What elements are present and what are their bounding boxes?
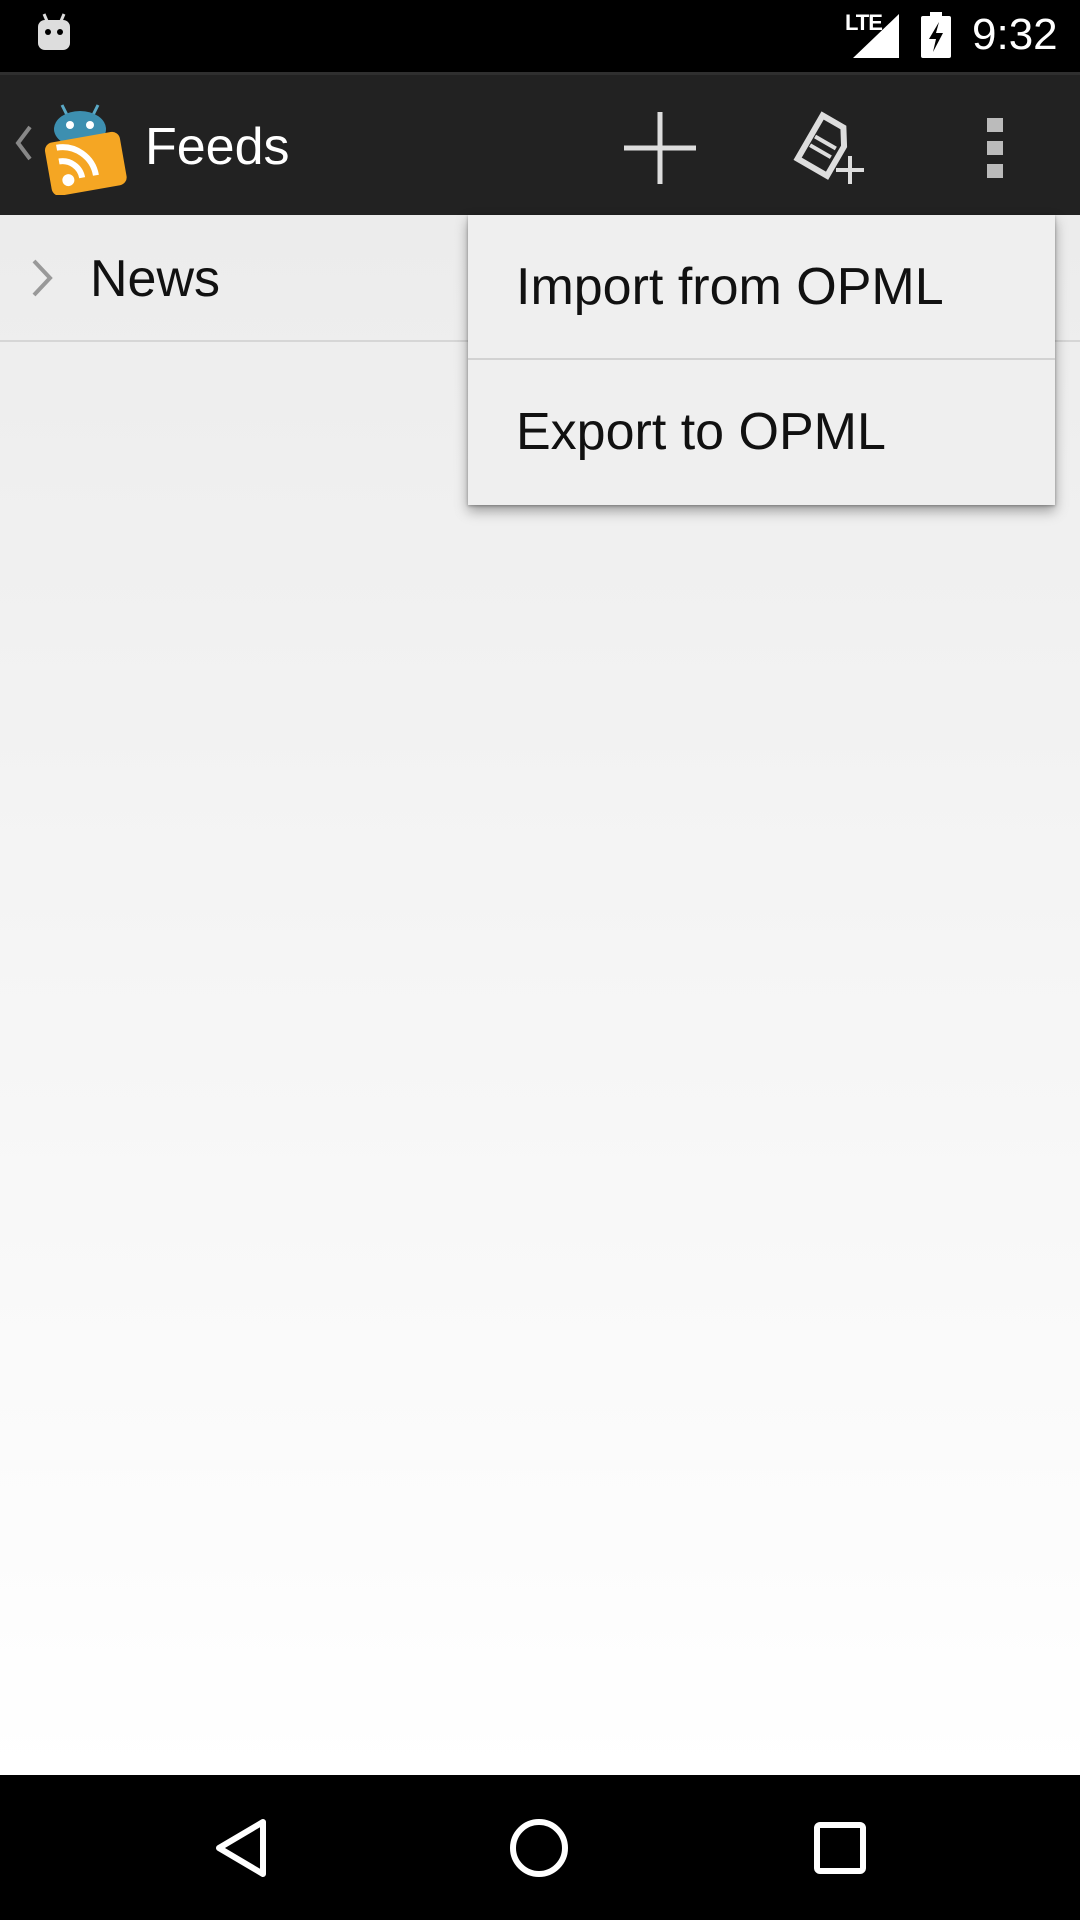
recents-icon — [814, 1822, 866, 1874]
navigation-bar — [0, 1775, 1080, 1920]
chevron-right-icon — [32, 259, 53, 297]
action-bar: Feeds — [0, 72, 1080, 215]
overflow-menu-icon — [987, 118, 1003, 178]
overflow-menu-button[interactable] — [950, 103, 1040, 193]
recents-button[interactable] — [797, 1805, 883, 1891]
overflow-menu: Import from OPML Export to OPML — [468, 215, 1055, 505]
back-icon — [216, 1819, 266, 1877]
android-notification-icon — [38, 13, 70, 50]
add-tag-button[interactable] — [783, 103, 873, 193]
battery-charging-icon — [921, 12, 951, 58]
back-button[interactable] — [198, 1805, 284, 1891]
page-title: Feeds — [145, 118, 290, 176]
screen: LTE 9:32 Feeds News Import from OPML Exp… — [0, 0, 1080, 1920]
add-icon — [624, 112, 696, 184]
menu-item-export-opml[interactable]: Export to OPML — [468, 360, 1055, 505]
add-feed-button[interactable] — [615, 103, 705, 193]
home-button[interactable] — [496, 1805, 582, 1891]
clock: 9:32 — [972, 10, 1058, 59]
home-icon — [510, 1819, 568, 1877]
list-item-label: News — [90, 250, 221, 308]
add-tag-icon — [793, 111, 864, 184]
app-logo-icon[interactable] — [40, 95, 130, 195]
up-caret-icon[interactable] — [12, 123, 34, 163]
signal-icon — [853, 14, 899, 58]
menu-item-import-opml[interactable]: Import from OPML — [468, 215, 1055, 360]
status-bar: LTE 9:32 — [0, 0, 1080, 72]
